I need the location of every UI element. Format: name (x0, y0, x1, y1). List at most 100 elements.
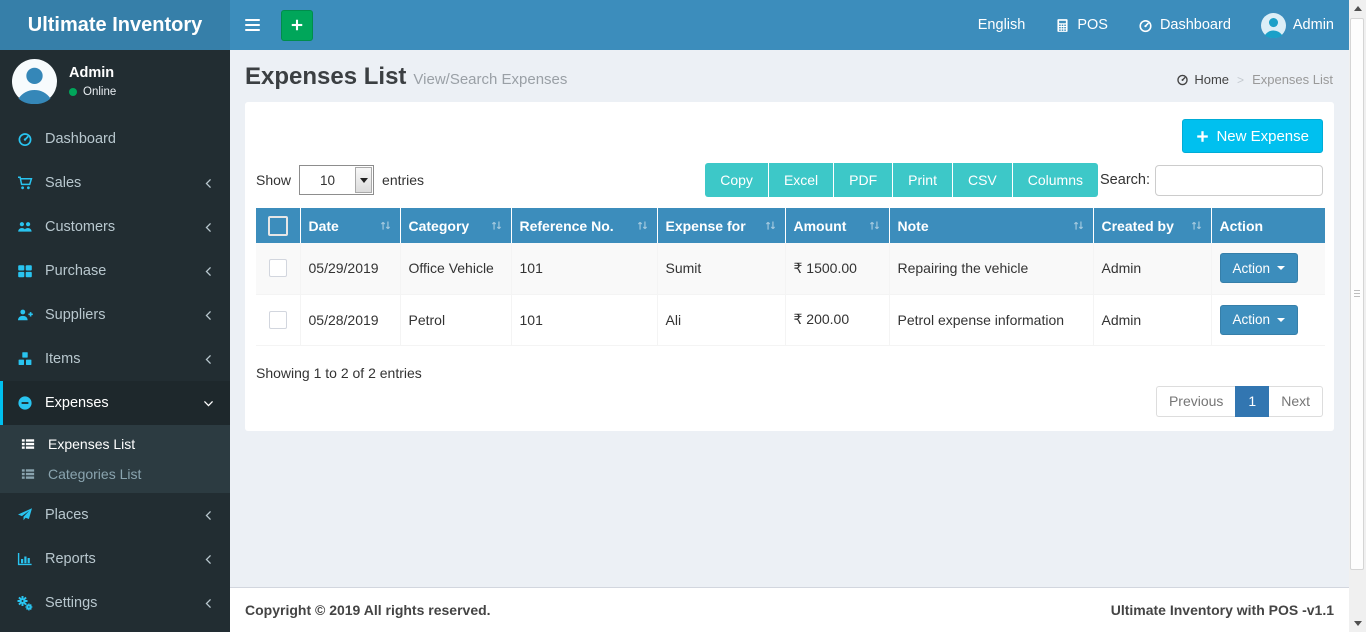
cell-date: 05/28/2019 (300, 294, 401, 346)
cell-note: Petrol expense information (889, 294, 1094, 346)
page-length-control: Show 10 entries (256, 165, 424, 195)
search-input[interactable] (1155, 164, 1323, 196)
pagination-previous-button[interactable]: Previous (1155, 385, 1236, 417)
cell-checkbox (256, 294, 301, 346)
sidebar-item-purchase[interactable]: Purchase (0, 249, 230, 293)
minus-circle-icon (15, 395, 35, 411)
sidebar-item-settings[interactable]: Settings (0, 581, 230, 625)
cell-date: 05/29/2019 (300, 243, 401, 295)
select-all-header (256, 208, 301, 243)
column-header-created-by[interactable]: Created by (1093, 208, 1212, 243)
cell-action: Action (1211, 243, 1325, 295)
sidebar-subitem-expenses-list[interactable]: Expenses List (0, 429, 230, 459)
breadcrumb-current: Expenses List (1252, 72, 1333, 87)
sidebar-item-customers[interactable]: Customers (0, 205, 230, 249)
topnav-admin[interactable]: Admin (1246, 0, 1349, 50)
footer-copyright: Copyright © 2019 All rights reserved. (245, 602, 491, 618)
column-header-category[interactable]: Category (400, 208, 512, 243)
export-button-group: Copy Excel PDF Print CSV Columns (705, 163, 1099, 197)
new-expense-button[interactable]: New Expense (1182, 119, 1323, 153)
column-header-date[interactable]: Date (300, 208, 401, 243)
pagination-next-button[interactable]: Next (1269, 385, 1323, 417)
sidebar-item-label: Dashboard (45, 131, 116, 147)
topnav-label: English (977, 17, 1026, 33)
user-plus-icon (15, 307, 35, 323)
sidebar-item-cutoff[interactable] (0, 625, 230, 632)
column-header-action[interactable]: Action (1211, 208, 1325, 243)
gears-icon (15, 595, 35, 611)
table-controls: Show 10 entries Copy Excel PDF Print CSV Colu… (256, 163, 1323, 197)
cell-created-by: Admin (1093, 243, 1212, 295)
row-checkbox[interactable] (268, 259, 287, 278)
select-all-checkbox[interactable] (267, 215, 288, 236)
column-header-note[interactable]: Note (889, 208, 1094, 243)
export-copy-button[interactable]: Copy (705, 163, 768, 197)
export-excel-button[interactable]: Excel (767, 163, 834, 197)
cell-expense-for: Ali (657, 294, 786, 346)
sort-icon (636, 219, 649, 232)
topnav-label: Admin (1292, 17, 1334, 33)
column-header-expense-for[interactable]: Expense for (657, 208, 786, 243)
export-print-button[interactable]: Print (892, 163, 952, 197)
pagination-page-1-button[interactable]: 1 (1235, 385, 1270, 417)
sort-icon (490, 219, 503, 232)
cell-category: Petrol (400, 294, 512, 346)
scrollbar-down-arrow[interactable] (1349, 615, 1366, 632)
topnav-menu: English POS Dashboard Admin (963, 0, 1349, 50)
sidebar-item-label: Reports (45, 551, 96, 567)
sidebar-item-sales[interactable]: Sales (0, 161, 230, 205)
sort-icon (764, 219, 777, 232)
chevron-left-icon (202, 353, 215, 366)
column-header-amount[interactable]: Amount (785, 208, 890, 243)
column-header-reference-no[interactable]: Reference No. (511, 208, 658, 243)
scrollbar-thumb[interactable] (1350, 18, 1364, 570)
export-csv-button[interactable]: CSV (951, 163, 1012, 197)
export-pdf-button[interactable]: PDF (833, 163, 893, 197)
sidebar-item-items[interactable]: Items (0, 337, 230, 381)
row-action-button[interactable]: Action (1219, 304, 1299, 335)
export-columns-button[interactable]: Columns (1011, 163, 1099, 197)
sort-icon (1072, 219, 1085, 232)
scrollbar-up-arrow[interactable] (1349, 0, 1366, 17)
user-avatar (12, 59, 57, 104)
submenu-item-label: Categories List (48, 466, 142, 482)
sidebar-item-expenses[interactable]: Expenses (0, 381, 230, 425)
main-footer: Copyright © 2019 All rights reserved. Ul… (230, 587, 1349, 632)
row-action-button[interactable]: Action (1219, 253, 1299, 284)
avatar-icon (1260, 12, 1286, 38)
sidebar-submenu: Expenses List Categories List (0, 425, 230, 493)
page-length-select[interactable]: 10 (299, 165, 375, 195)
sidebar-toggle-button[interactable] (230, 0, 274, 50)
row-checkbox[interactable] (268, 310, 287, 329)
page-title: Expenses List (245, 63, 407, 90)
topnav-english[interactable]: English (963, 0, 1041, 50)
sidebar-item-suppliers[interactable]: Suppliers (0, 293, 230, 337)
column-label: Amount (793, 217, 847, 234)
show-label: Show (256, 172, 292, 188)
sidebar-item-dashboard[interactable]: Dashboard (0, 117, 230, 161)
quick-add-button[interactable] (281, 9, 313, 41)
sort-icon (868, 219, 881, 232)
table-footer: Showing 1 to 2 of 2 entries Previous 1 N… (256, 346, 1323, 417)
topnav-dashboard[interactable]: Dashboard (1123, 0, 1246, 50)
page-length-value: 10 (320, 172, 336, 188)
sidebar-item-label: Expenses (45, 395, 109, 411)
breadcrumb-separator: > (1237, 72, 1245, 87)
cell-amount: ₹ 200.00 (785, 294, 890, 346)
table-info: Showing 1 to 2 of 2 entries (256, 364, 422, 381)
cart-icon (15, 175, 35, 191)
brand-logo[interactable]: Ultimate Inventory (0, 0, 230, 50)
topnav-pos[interactable]: POS (1040, 0, 1123, 50)
breadcrumb: Home > Expenses List (1176, 72, 1333, 87)
page-scrollbar[interactable] (1349, 0, 1366, 632)
list-icon (21, 467, 39, 481)
sidebar-item-places[interactable]: Places (0, 493, 230, 537)
user-status[interactable]: Online (69, 86, 116, 98)
entries-label: entries (382, 172, 425, 188)
column-label: Date (308, 217, 339, 234)
content-area: Expenses List View/Search Expenses Home >… (230, 50, 1349, 632)
breadcrumb-home-link[interactable]: Home (1176, 72, 1229, 87)
sidebar-item-reports[interactable]: Reports (0, 537, 230, 581)
dashboard-icon (1176, 73, 1189, 86)
sidebar-subitem-categories-list[interactable]: Categories List (0, 459, 230, 489)
